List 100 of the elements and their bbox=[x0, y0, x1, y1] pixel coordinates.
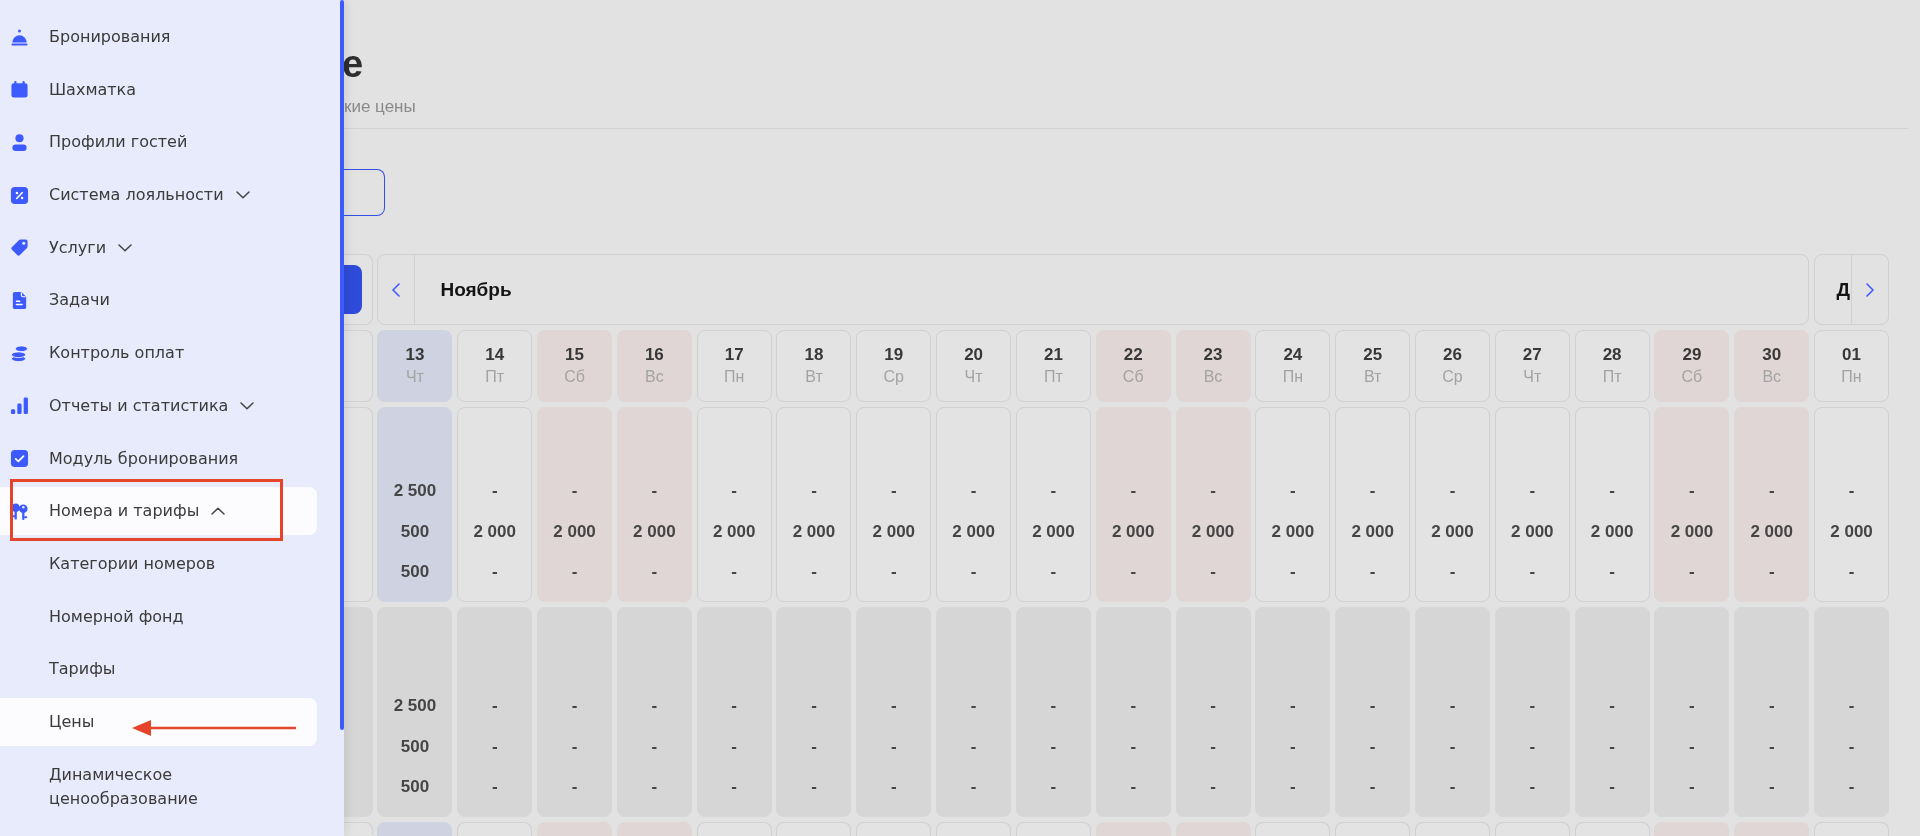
price-value: - bbox=[1848, 561, 1855, 583]
price-value: 2 000 bbox=[1111, 520, 1155, 543]
sidebar-item[interactable]: Тарифы bbox=[0, 645, 317, 694]
sidebar-item[interactable]: Категории номеров bbox=[0, 539, 317, 588]
price-value: - bbox=[1609, 480, 1615, 502]
calendar-icon bbox=[10, 80, 29, 100]
price-value: - bbox=[731, 480, 737, 502]
price-value: - bbox=[1130, 735, 1137, 758]
price-value: - bbox=[1529, 561, 1536, 583]
month-label: Д bbox=[1836, 278, 1851, 301]
price-value: 2 000 bbox=[1670, 520, 1714, 543]
price-value: - bbox=[1050, 776, 1057, 798]
price-value: - bbox=[571, 561, 578, 583]
day-number: 22 bbox=[1123, 344, 1143, 366]
check-square-icon bbox=[10, 449, 29, 468]
sidebar-item[interactable]: Контроль оплат bbox=[0, 329, 317, 378]
price-value: - bbox=[1210, 695, 1216, 717]
price-value: - bbox=[731, 561, 737, 583]
scrollbar-thumb[interactable] bbox=[340, 0, 344, 730]
price-value: - bbox=[1768, 480, 1775, 502]
coins-icon bbox=[10, 343, 29, 363]
action-button[interactable] bbox=[344, 265, 362, 314]
price-value: - bbox=[1290, 695, 1296, 717]
weekday-label: Вс bbox=[645, 367, 664, 387]
day-number: 21 bbox=[1043, 344, 1063, 366]
price-value: 2 000 bbox=[1271, 520, 1315, 543]
bar-chart-icon bbox=[10, 396, 29, 416]
price-value: - bbox=[1689, 561, 1695, 583]
day-number: 29 bbox=[1682, 344, 1702, 366]
weekday-label: Сб bbox=[1681, 367, 1703, 387]
sidebar-item[interactable]: Услуги bbox=[0, 223, 317, 272]
weekday-label: Сб bbox=[1122, 367, 1144, 387]
weekday-label: Пн bbox=[724, 367, 745, 387]
price-value: - bbox=[1609, 695, 1615, 717]
price-value: - bbox=[1449, 695, 1456, 717]
weekday-label: Ср bbox=[883, 367, 904, 387]
price-value: - bbox=[651, 735, 658, 758]
price-value: 2 000 bbox=[1191, 520, 1235, 543]
day-number: 01 bbox=[1842, 344, 1861, 366]
sidebar-item[interactable]: Модуль бронирования bbox=[0, 434, 317, 483]
sidebar-item[interactable]: Цены bbox=[0, 697, 317, 746]
day-number: 18 bbox=[804, 344, 824, 366]
day-number: 25 bbox=[1363, 344, 1383, 366]
price-value: 2 000 bbox=[1511, 520, 1554, 543]
price-value: - bbox=[1369, 695, 1376, 717]
price-value: 2 000 bbox=[712, 520, 756, 543]
weekday-label: Вт bbox=[1363, 367, 1382, 387]
price-value: - bbox=[1290, 776, 1296, 798]
day-number: 30 bbox=[1762, 344, 1782, 366]
sidebar-item[interactable]: Шахматка bbox=[0, 65, 317, 114]
chevron-left-icon bbox=[392, 282, 401, 297]
price-value: 2 500 bbox=[393, 695, 437, 717]
price-value: - bbox=[1210, 776, 1216, 798]
day-number: 23 bbox=[1203, 344, 1223, 366]
price-value: - bbox=[890, 776, 897, 798]
weekday-label: Пт bbox=[1602, 367, 1622, 387]
price-value: - bbox=[731, 776, 737, 798]
price-value: - bbox=[1050, 695, 1057, 717]
input-field[interactable] bbox=[344, 169, 385, 216]
price-value: 500 bbox=[400, 561, 430, 583]
price-value: - bbox=[1529, 776, 1536, 798]
weekday-label: Чт bbox=[964, 367, 983, 387]
price-value: 500 bbox=[400, 735, 430, 758]
price-value: - bbox=[811, 480, 817, 502]
price-value: - bbox=[1449, 735, 1456, 758]
price-value: - bbox=[890, 480, 897, 502]
price-value: - bbox=[811, 776, 817, 798]
price-value: - bbox=[1529, 695, 1536, 717]
day-number: 19 bbox=[884, 344, 904, 366]
sidebar-item[interactable]: Система лояльности bbox=[0, 171, 317, 220]
sidebar-item[interactable]: Задачи bbox=[0, 276, 317, 325]
price-value: - bbox=[1768, 735, 1775, 758]
day-number: 16 bbox=[644, 344, 664, 366]
price-value: - bbox=[1449, 776, 1456, 798]
sidebar-item[interactable]: Профили гостей bbox=[0, 118, 317, 167]
price-value: - bbox=[1529, 735, 1536, 758]
price-value: - bbox=[1848, 776, 1855, 798]
weekday-label: Вс bbox=[1203, 367, 1223, 387]
price-value: - bbox=[1848, 695, 1855, 717]
percent-icon bbox=[10, 185, 29, 205]
sidebar-item[interactable]: Бронирования bbox=[0, 13, 317, 61]
price-value: - bbox=[970, 480, 977, 502]
price-value: - bbox=[651, 695, 658, 717]
day-number: 28 bbox=[1602, 344, 1622, 366]
price-value: - bbox=[1050, 480, 1057, 502]
sidebar-item[interactable]: Номерной фонд bbox=[0, 592, 317, 641]
sidebar-item[interactable]: Отчеты и статистика bbox=[0, 381, 317, 430]
price-value: 500 bbox=[400, 776, 430, 798]
price-value: - bbox=[651, 776, 658, 798]
price-value: - bbox=[1290, 480, 1296, 502]
tag-icon bbox=[10, 238, 29, 258]
price-value: 2 000 bbox=[792, 520, 836, 543]
sidebar-item[interactable]: Номера и тарифы bbox=[0, 487, 317, 536]
sidebar-item[interactable]: Динамическое ценообразование bbox=[0, 750, 317, 823]
chevron-right-icon bbox=[1866, 282, 1875, 297]
weekday-label: Пт bbox=[485, 367, 505, 387]
price-value: - bbox=[571, 735, 578, 758]
price-value: - bbox=[970, 695, 977, 717]
price-value: - bbox=[731, 735, 737, 758]
price-value: - bbox=[811, 561, 817, 583]
